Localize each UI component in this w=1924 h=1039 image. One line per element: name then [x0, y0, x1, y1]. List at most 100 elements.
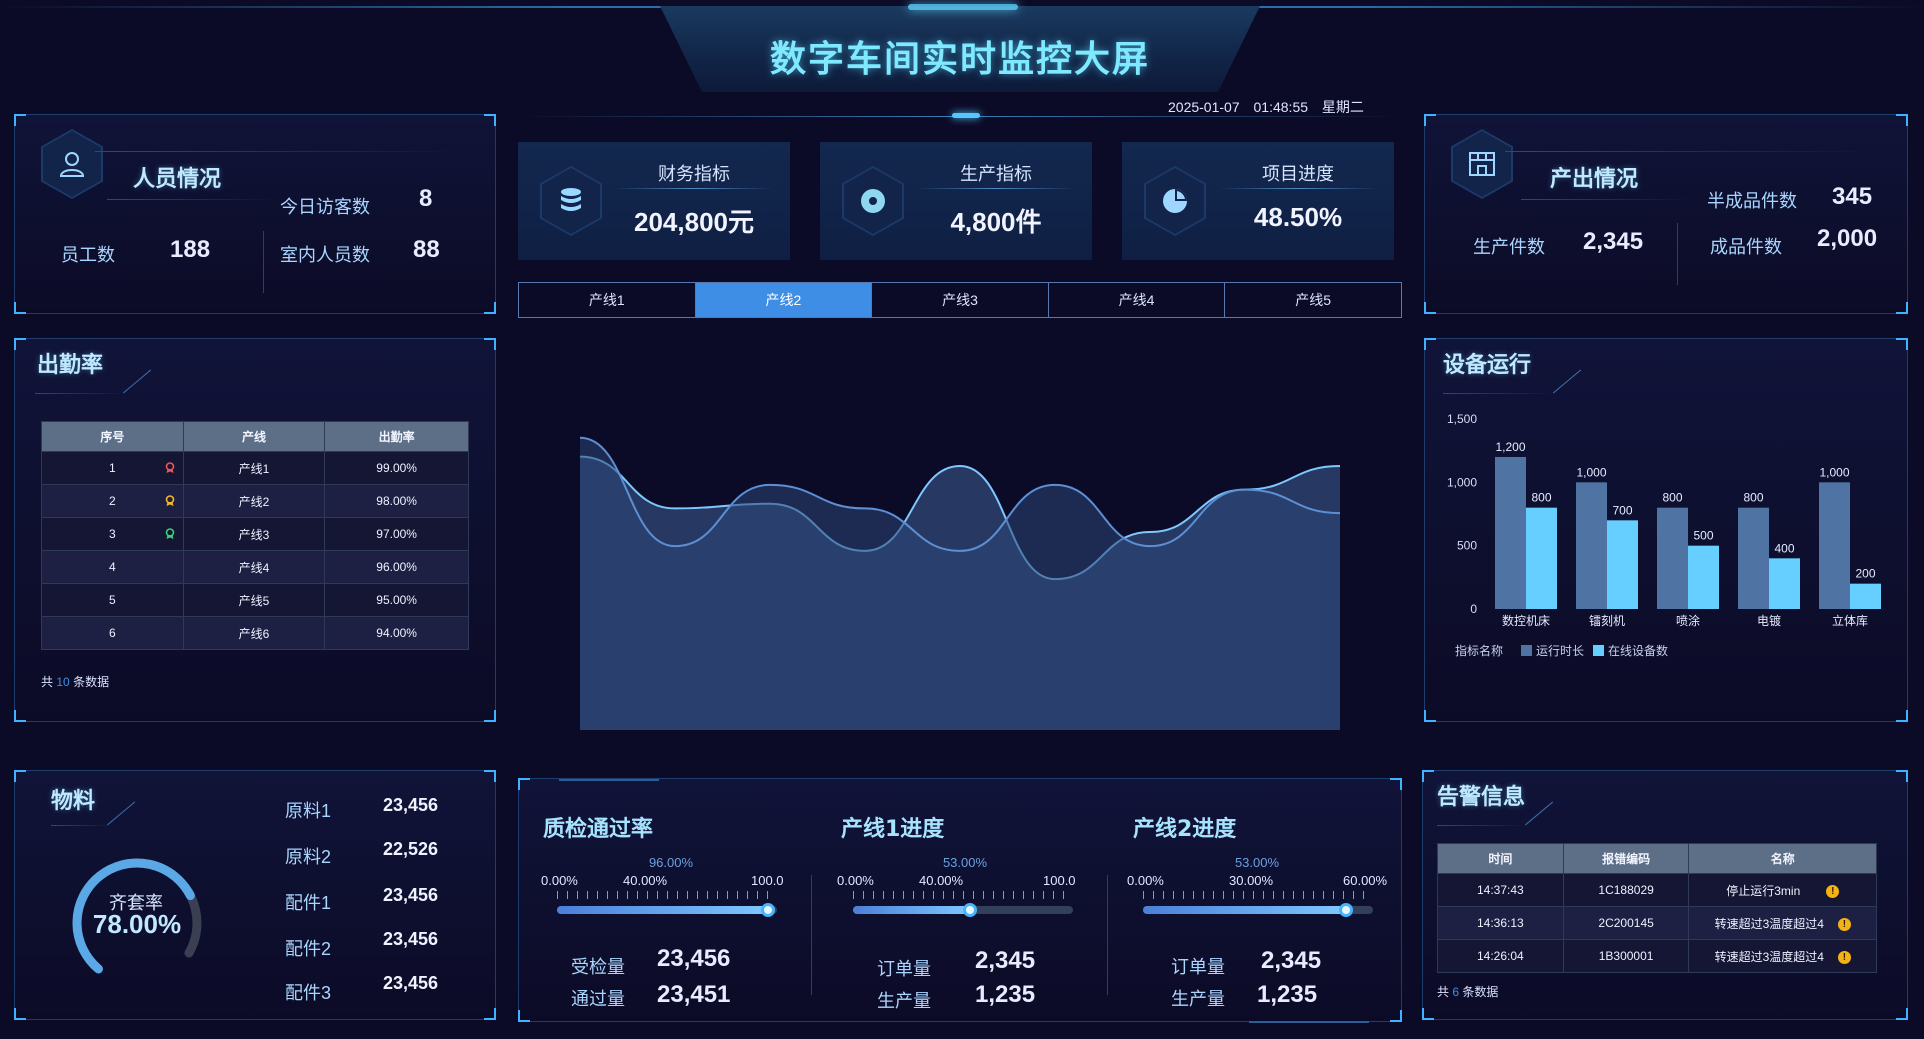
header-glow [908, 4, 1018, 10]
date-text: 2025-01-07 [1168, 99, 1240, 115]
medal-green-icon [165, 528, 174, 539]
alert-time: 14:37:43 [1437, 873, 1564, 907]
kpi-value: 4,800件 [950, 207, 1042, 237]
progress-title: 产线2进度 [1133, 817, 1237, 842]
tick-label: 0.00% [541, 873, 578, 888]
today-visitors-value: 8 [419, 185, 433, 212]
col-time[interactable]: 时间 [1437, 843, 1564, 874]
legend-label[interactable]: 运行时长 [1536, 644, 1584, 658]
table-row[interactable]: 4 产线4 96.00% [41, 550, 469, 584]
indoor-value: 88 [413, 236, 440, 263]
x-tick-label: 电镀 [1757, 614, 1781, 628]
x-tick-label: 镭刻机 [1589, 613, 1625, 628]
output-panel: 产出情况 半成品件数 345 生产件数 2,345 成品件数 2,000 [1424, 114, 1908, 314]
row2-value: 1,235 [1257, 981, 1318, 1008]
bar-value-label: 400 [1774, 541, 1794, 555]
bar[interactable] [1607, 520, 1638, 609]
kpi-title: 生产指标 [960, 164, 1032, 184]
alerts-panel: 告警信息 时间 报错编码 名称 14:37:43 1C188029 停止运行3m… [1422, 770, 1908, 1020]
page-title: 数字车间实时监控大屏 [769, 39, 1150, 80]
row2-label: 通过量 [571, 989, 625, 1009]
row-line: 产线6 [182, 616, 326, 650]
personnel-title: 人员情况 [133, 167, 222, 192]
bar[interactable] [1576, 482, 1607, 609]
row1-value: 23,456 [657, 945, 731, 972]
bar-value-label: 800 [1743, 491, 1763, 505]
attendance-table-wrap[interactable]: 序号 产线 出勤率 1 产线1 99.00% 2 产线2 98.00% 3 产线… [41, 421, 469, 663]
attendance-panel: 出勤率 序号 产线 出勤率 1 产线1 99.00% 2 产线2 98.00% … [14, 338, 496, 722]
area-chart [579, 436, 1341, 730]
bar[interactable] [1850, 583, 1881, 609]
y-tick-label: 1,000 [1447, 475, 1477, 489]
staff-value: 188 [170, 236, 211, 263]
row2-label: 生产量 [1171, 989, 1225, 1009]
table-row[interactable]: 2 产线2 98.00% [41, 484, 469, 518]
table-row[interactable]: 14:36:13 2C200145 转速超过3温度超过4! [1437, 906, 1877, 940]
table-row[interactable]: 5 产线5 95.00% [41, 583, 469, 617]
tab-line1[interactable]: 产线1 [519, 283, 696, 317]
bar[interactable] [1819, 482, 1850, 609]
pie-icon [1144, 166, 1206, 236]
indoor-label: 室内人员数 [280, 245, 370, 265]
tick-label: 40.00% [919, 873, 964, 888]
bar-value-label: 1,000 [1576, 465, 1606, 479]
row-line: 产线2 [182, 484, 326, 518]
tab-line2[interactable]: 产线2 [695, 283, 873, 317]
semi-finished-label: 半成品件数 [1707, 191, 1797, 211]
table-row[interactable]: 1 产线1 99.00% [41, 451, 469, 485]
center-divider-glow [952, 113, 980, 118]
bar-value-label: 800 [1531, 491, 1551, 505]
materials-panel: 物料 齐套率 78.00% 原料1 23,456 原料2 22,526 配件1 … [14, 770, 496, 1020]
produced-label: 生产件数 [1473, 237, 1545, 257]
legend-swatch[interactable] [1593, 645, 1604, 656]
material-value: 23,456 [383, 973, 439, 993]
bar[interactable] [1769, 558, 1800, 609]
progress-title: 质检通过率 [543, 817, 654, 842]
bar[interactable] [1738, 507, 1769, 609]
bar[interactable] [1495, 457, 1526, 609]
table-row[interactable]: 3 产线3 97.00% [41, 517, 469, 551]
progress-pct: 96.00% [648, 855, 694, 870]
tab-line4[interactable]: 产线4 [1049, 283, 1226, 317]
tab-line5[interactable]: 产线5 [1225, 283, 1401, 317]
alert-code: 1B300001 [1562, 939, 1690, 973]
y-tick-label: 1,500 [1447, 412, 1477, 426]
bar[interactable] [1657, 507, 1688, 609]
alert-code: 2C200145 [1562, 906, 1690, 940]
row1-value: 2,345 [975, 947, 1036, 974]
progress-title: 产线1进度 [841, 817, 945, 842]
bar-value-label: 700 [1612, 503, 1632, 517]
row-no: 3 [108, 527, 116, 541]
col-name[interactable]: 名称 [1688, 843, 1877, 874]
table-row[interactable]: 14:26:04 1B300001 转速超过3温度超过4! [1437, 939, 1877, 973]
col-line[interactable]: 产线 [182, 421, 326, 452]
table-row[interactable]: 14:37:43 1C188029 停止运行3min! [1437, 873, 1877, 907]
legend-swatch[interactable] [1521, 645, 1532, 656]
bar-value-label: 800 [1662, 491, 1682, 505]
x-tick-label: 喷涂 [1676, 613, 1700, 628]
legend-label[interactable]: 在线设备数 [1608, 643, 1668, 658]
row-rate: 97.00% [324, 517, 469, 551]
row1-value: 2,345 [1261, 947, 1322, 974]
col-code[interactable]: 报错编码 [1562, 843, 1690, 874]
table-row[interactable]: 6 产线6 94.00% [41, 616, 469, 650]
bar-value-label: 200 [1855, 567, 1875, 581]
store-icon [1451, 129, 1513, 199]
gauge-value: 78.00% [92, 909, 182, 939]
tab-line3[interactable]: 产线3 [872, 283, 1049, 317]
bar[interactable] [1526, 507, 1557, 609]
row-rate: 94.00% [324, 616, 469, 650]
alert-name-cell: 转速超过3温度超过4! [1688, 906, 1877, 940]
tick-label: 60.00% [1343, 873, 1388, 888]
bar[interactable] [1688, 545, 1719, 609]
time-text: 01:48:55 [1253, 99, 1309, 115]
alerts-footer: 共 6 条数据 [1437, 985, 1499, 999]
tick-label: 30.00% [1229, 873, 1274, 888]
equipment-bar-chart: 0 500 1,000 1,500 1,200 800 数控机床 1,000 700 镭刻机 800… [1447, 412, 1881, 658]
col-no[interactable]: 序号 [41, 421, 184, 452]
bar-value-label: 1,200 [1495, 440, 1525, 454]
kpi-title: 项目进度 [1262, 164, 1334, 184]
col-rate[interactable]: 出勤率 [324, 421, 469, 452]
alert-time: 14:36:13 [1437, 906, 1564, 940]
row-line: 产线5 [182, 583, 326, 617]
